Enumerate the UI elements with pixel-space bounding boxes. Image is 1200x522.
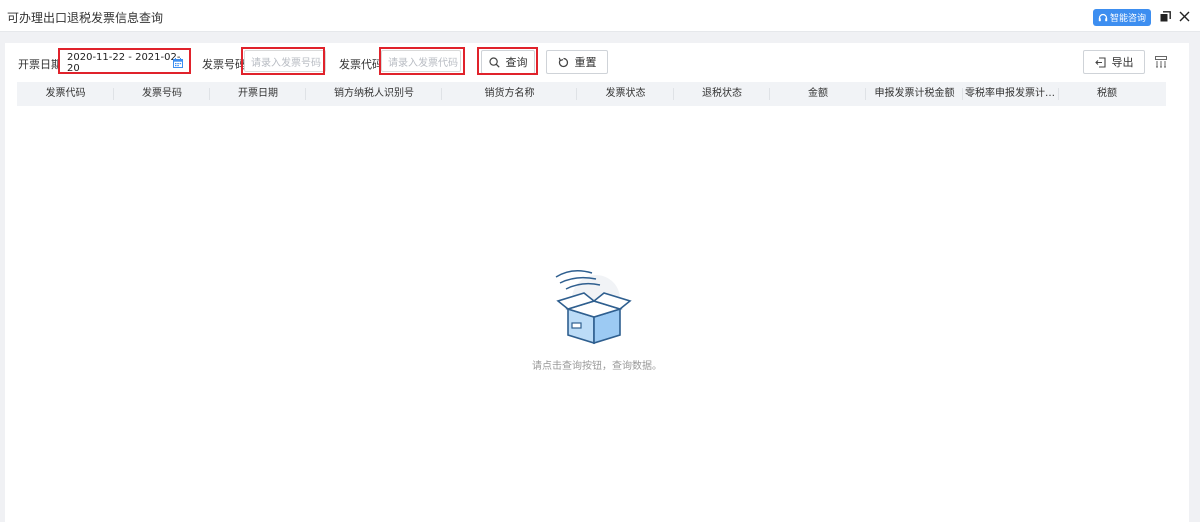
search-highlight-frame bbox=[477, 47, 538, 75]
smart-consult-button[interactable]: 智能咨询 bbox=[1093, 9, 1151, 26]
table-header: 发票代码 发票号码 开票日期 销方纳税人识别号 销货方名称 发票状态 退税状态 … bbox=[17, 82, 1166, 106]
query-panel: 开票日期 2020-11-22 - 2021-02-20 发票号码 请录入发票号… bbox=[5, 43, 1189, 522]
invoice-number-highlight-frame bbox=[241, 47, 325, 75]
invoice-code-highlight-frame bbox=[379, 47, 465, 75]
date-label: 开票日期 bbox=[18, 58, 62, 71]
col-amount[interactable]: 金额 bbox=[770, 82, 866, 106]
col-seller-name[interactable]: 销货方名称 bbox=[442, 82, 577, 106]
window-restore-icon[interactable] bbox=[1158, 9, 1172, 23]
col-declared-amount[interactable]: 申报发票计税金额 bbox=[866, 82, 963, 106]
close-icon[interactable] bbox=[1177, 9, 1191, 23]
smart-consult-label: 智能咨询 bbox=[1109, 14, 1146, 24]
title-bar: 可办理出口退税发票信息查询 智能咨询 bbox=[0, 0, 1200, 32]
invoice-code-label: 发票代码 bbox=[339, 58, 383, 71]
scrollbar[interactable] bbox=[1189, 32, 1200, 522]
date-highlight-frame bbox=[58, 48, 191, 74]
invoice-number-label: 发票号码 bbox=[202, 58, 246, 71]
col-invoice-number[interactable]: 发票号码 bbox=[114, 82, 210, 106]
col-seller-tax-id[interactable]: 销方纳税人识别号 bbox=[306, 82, 442, 106]
window-title: 可办理出口退税发票信息查询 bbox=[7, 11, 164, 25]
empty-state-message: 请点击查询按钮，查询数据。 bbox=[532, 361, 662, 372]
refresh-icon bbox=[558, 57, 568, 67]
empty-box-icon bbox=[555, 270, 632, 345]
export-button[interactable]: 导出 bbox=[1083, 50, 1145, 74]
col-refund-status[interactable]: 退税状态 bbox=[674, 82, 770, 106]
reset-button-label: 重置 bbox=[574, 56, 597, 69]
column-settings-icon[interactable] bbox=[1155, 56, 1167, 68]
col-zero-rate-amount[interactable]: 零税率申报发票计税... bbox=[963, 82, 1059, 106]
col-tax[interactable]: 税额 bbox=[1059, 82, 1155, 106]
col-invoice-status[interactable]: 发票状态 bbox=[577, 82, 674, 106]
export-button-label: 导出 bbox=[1111, 56, 1134, 69]
export-icon bbox=[1094, 56, 1106, 68]
col-invoice-code[interactable]: 发票代码 bbox=[17, 82, 114, 106]
col-issue-date[interactable]: 开票日期 bbox=[210, 82, 306, 106]
headset-icon bbox=[1098, 13, 1108, 21]
reset-button[interactable]: 重置 bbox=[546, 50, 608, 74]
